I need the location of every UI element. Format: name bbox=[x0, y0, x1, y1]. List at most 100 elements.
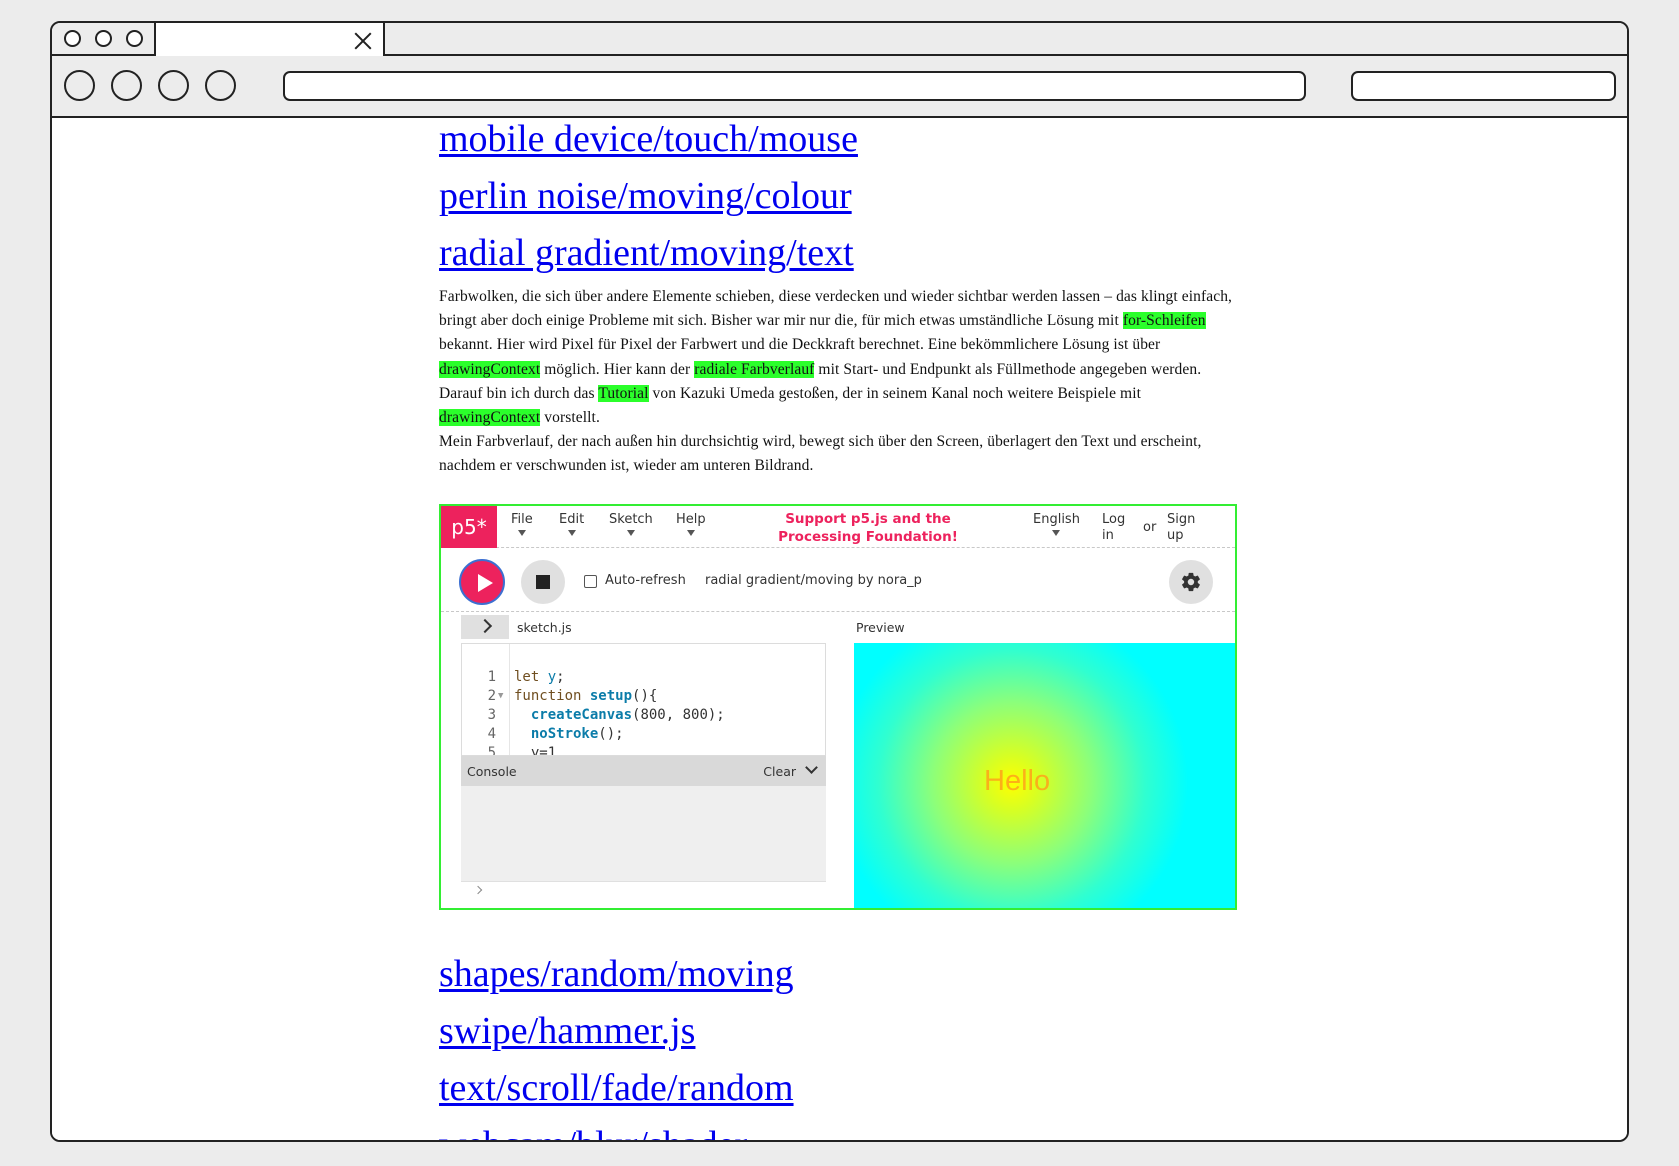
code-token: createCanvas bbox=[530, 707, 633, 723]
line-number: 1 bbox=[487, 669, 496, 685]
link-swipe-hammer[interactable]: swipe/hammer.js bbox=[439, 1003, 794, 1060]
link-webcam-blur[interactable]: webcam/blur/shader bbox=[439, 1117, 794, 1140]
menu-file[interactable]: File bbox=[511, 512, 533, 536]
sketch-title[interactable]: radial gradient/moving by nora_p bbox=[705, 573, 922, 588]
code-text: createCanvas(800, 800); bbox=[514, 706, 725, 725]
p5-nav-bar: p5* File Edit Sketch Help Support p5.js … bbox=[441, 506, 1235, 548]
link-text-scroll[interactable]: text/scroll/fade/random bbox=[439, 1060, 794, 1117]
code-text: function setup(){ bbox=[514, 687, 657, 706]
code-line: 1 let y; bbox=[462, 668, 825, 687]
code-editor[interactable]: 1 let y; 2 ▼ function setup(){3 createCanvas… bbox=[461, 643, 826, 756]
highlight-for-schleifen[interactable]: for-Schleifen bbox=[1122, 312, 1206, 330]
triangle-down-icon bbox=[686, 530, 695, 536]
page-viewport: mobile device/touch/mouse perlin noise/m… bbox=[52, 120, 1627, 1140]
reload-button[interactable] bbox=[158, 70, 189, 101]
triangle-down-icon bbox=[626, 530, 635, 536]
text-segment: vorstellt. bbox=[540, 409, 600, 427]
language-label: English bbox=[1033, 512, 1080, 527]
browser-toolbar bbox=[52, 56, 1627, 118]
nav-buttons bbox=[64, 70, 236, 101]
highlight-drawingcontext-2[interactable]: drawingContext bbox=[439, 409, 541, 427]
menu-edit[interactable]: Edit bbox=[559, 512, 584, 536]
tab-bar bbox=[52, 23, 1627, 56]
code-line: 4 noStroke(); bbox=[462, 725, 825, 744]
address-bar[interactable] bbox=[283, 71, 1306, 101]
stop-button[interactable] bbox=[521, 560, 565, 604]
window-controls bbox=[64, 30, 143, 47]
code-token: y=1 bbox=[514, 745, 557, 756]
code-text: noStroke(); bbox=[514, 725, 624, 744]
console-output bbox=[461, 786, 826, 881]
preview-label: Preview bbox=[856, 620, 905, 635]
code-line: 5 y=1 bbox=[462, 744, 825, 756]
triangle-down-icon bbox=[517, 530, 526, 536]
code-token: y bbox=[547, 669, 557, 685]
highlight-drawingcontext[interactable]: drawingContext bbox=[439, 360, 541, 378]
menu-edit-label: Edit bbox=[559, 512, 585, 527]
project-links-bottom: shapes/random/moving swipe/hammer.js tex… bbox=[439, 946, 794, 1140]
sidebar-toggle-button[interactable] bbox=[461, 615, 509, 639]
code-token: ; bbox=[556, 669, 565, 685]
file-name: sketch.js bbox=[517, 620, 572, 635]
chevron-right-icon bbox=[473, 885, 483, 895]
support-link[interactable]: Support p5.js and the Processing Foundat… bbox=[743, 510, 993, 546]
code-token: (800, 800); bbox=[632, 707, 725, 723]
preview-text: Hello bbox=[984, 765, 1051, 797]
code-token: function bbox=[514, 688, 590, 704]
code-token: setup bbox=[589, 688, 633, 704]
console-label: Console bbox=[467, 764, 517, 779]
language-select[interactable]: English bbox=[1033, 512, 1080, 536]
menu-help[interactable]: Help bbox=[676, 512, 706, 536]
settings-button[interactable] bbox=[1169, 560, 1213, 604]
forward-button[interactable] bbox=[111, 70, 142, 101]
home-button[interactable] bbox=[205, 70, 236, 101]
chevron-down-icon[interactable] bbox=[805, 761, 818, 774]
console-header: Console Clear bbox=[461, 756, 826, 786]
link-shapes-random[interactable]: shapes/random/moving bbox=[439, 946, 794, 1003]
line-number: 2 bbox=[487, 688, 496, 704]
maximize-window-icon[interactable] bbox=[126, 30, 143, 47]
code-text: let y; bbox=[514, 668, 565, 687]
code-text: y=1 bbox=[514, 744, 557, 756]
back-button[interactable] bbox=[64, 70, 95, 101]
console-input[interactable] bbox=[461, 881, 826, 908]
tab-close-icon[interactable] bbox=[353, 31, 373, 51]
signup-link[interactable]: Sign up bbox=[1167, 512, 1201, 544]
fold-triangle-icon[interactable]: ▼ bbox=[498, 687, 503, 706]
description-paragraph: Farbwolken, die sich über andere Element… bbox=[439, 285, 1239, 479]
link-radial-gradient[interactable]: radial gradient/moving/text bbox=[439, 225, 858, 282]
code-line: 3 createCanvas(800, 800); bbox=[462, 706, 825, 725]
console-clear-button[interactable]: Clear bbox=[763, 764, 796, 779]
text-segment: von Kazuki Umeda gestoßen, der in seinem… bbox=[648, 384, 1142, 402]
project-links-top: mobile device/touch/mouse perlin noise/m… bbox=[439, 120, 858, 282]
line-number: 4 bbox=[487, 726, 496, 742]
link-perlin-noise[interactable]: perlin noise/moving/colour bbox=[439, 168, 858, 225]
login-link[interactable]: Log in bbox=[1102, 512, 1130, 544]
menu-sketch[interactable]: Sketch bbox=[609, 512, 653, 536]
search-bar[interactable] bbox=[1351, 71, 1616, 101]
sketch-preview[interactable]: Hello bbox=[854, 643, 1235, 908]
code-token: let bbox=[514, 669, 548, 685]
p5-toolbar: Auto-refresh radial gradient/moving by n… bbox=[441, 549, 1235, 612]
link-mobile-device[interactable]: mobile device/touch/mouse bbox=[439, 120, 858, 168]
code-line: 2 ▼ function setup(){ bbox=[462, 687, 825, 706]
menu-file-label: File bbox=[511, 512, 533, 527]
close-window-icon[interactable] bbox=[64, 30, 81, 47]
p5-logo[interactable]: p5* bbox=[441, 506, 497, 548]
highlight-radiale-farbverlauf[interactable]: radiale Farbverlauf bbox=[694, 360, 815, 378]
menu-sketch-label: Sketch bbox=[609, 512, 653, 527]
play-button[interactable] bbox=[459, 559, 505, 605]
line-number: 3 bbox=[487, 707, 496, 723]
browser-tab[interactable] bbox=[154, 23, 385, 56]
text-segment: möglich. Hier kann der bbox=[540, 360, 695, 378]
minimize-window-icon[interactable] bbox=[95, 30, 112, 47]
line-number: 5 bbox=[487, 745, 496, 756]
highlight-tutorial[interactable]: Tutorial bbox=[598, 384, 649, 402]
triangle-down-icon bbox=[1052, 530, 1061, 536]
autorefresh-label: Auto-refresh bbox=[605, 573, 686, 588]
autorefresh-checkbox[interactable] bbox=[584, 575, 597, 588]
text-segment: bekannt. Hier wird Pixel für Pixel der F… bbox=[439, 336, 1161, 354]
text-segment: Farbwolken, die sich über andere Element… bbox=[439, 288, 1233, 330]
